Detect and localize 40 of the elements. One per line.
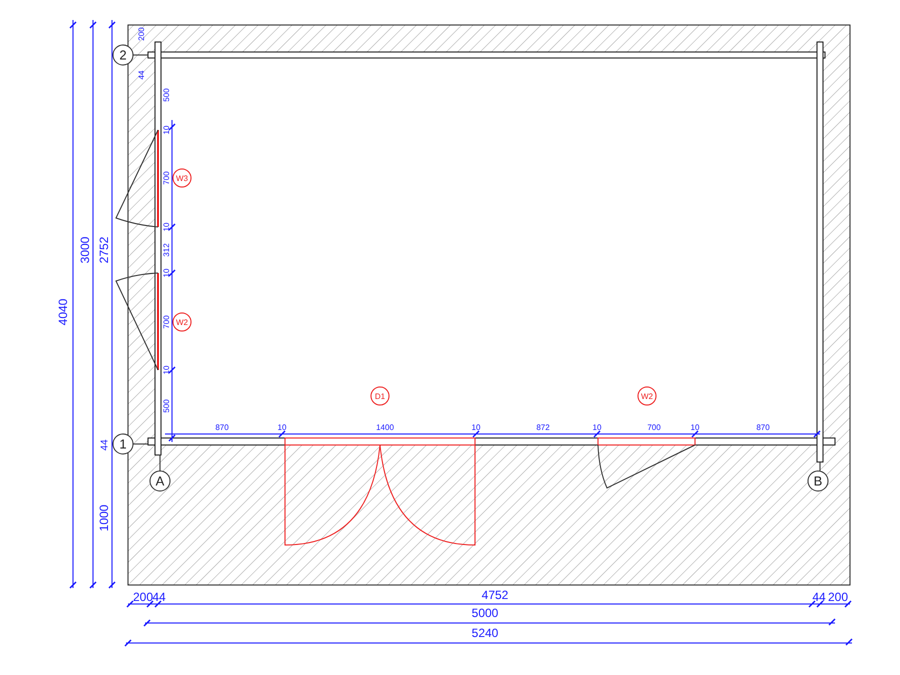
- dimension-label: 5000: [472, 606, 498, 620]
- dimension-label: 200: [828, 590, 848, 604]
- dimension-label: 1400: [376, 423, 394, 432]
- dimension-label: 1000: [97, 504, 112, 532]
- opening-tag: D1: [370, 386, 390, 406]
- dimension-label: 44: [137, 70, 146, 80]
- dimension-label: 200: [132, 590, 154, 604]
- dimension-label: 312: [162, 243, 172, 257]
- opening-tag: W2: [172, 312, 192, 332]
- dimension-label: 4752: [482, 588, 508, 602]
- dimension-label: 872: [536, 423, 550, 432]
- dimension-label: 4040: [56, 298, 70, 326]
- dimension-label: 870: [756, 423, 770, 432]
- dimension-label: 5240: [472, 626, 498, 640]
- dimension-label: 10: [472, 423, 480, 432]
- dimension-label: 10: [278, 423, 286, 432]
- dimension-label: 2752: [97, 236, 112, 264]
- dimension-label: 44: [152, 590, 166, 604]
- opening-tag: W3: [172, 168, 192, 188]
- dimension-label: 10: [690, 423, 700, 432]
- dimension-label: 700: [162, 315, 172, 329]
- dimension-label: 10: [162, 126, 172, 134]
- dimension-label: 10: [162, 222, 172, 232]
- dimension-label: 700: [647, 423, 661, 432]
- grid-marker: 2: [112, 44, 134, 66]
- dimension-label: 10: [592, 423, 602, 432]
- dimension-label: 44: [812, 590, 826, 604]
- dimension-label: 44: [100, 439, 111, 451]
- opening-tag: W2: [638, 386, 656, 406]
- dimension-label: 3000: [78, 236, 92, 264]
- dimension-label: 870: [215, 423, 229, 432]
- grid-marker: 1: [112, 434, 134, 454]
- dimension-label: 200: [137, 27, 146, 41]
- dimension-label: 500: [162, 399, 172, 413]
- dimension-label: 500: [162, 88, 172, 102]
- grid-marker: A: [150, 470, 170, 492]
- dimension-label: 700: [162, 171, 172, 185]
- grid-marker: B: [808, 470, 828, 492]
- dimension-label: 10: [162, 268, 172, 278]
- dimension-label: 10: [162, 366, 172, 374]
